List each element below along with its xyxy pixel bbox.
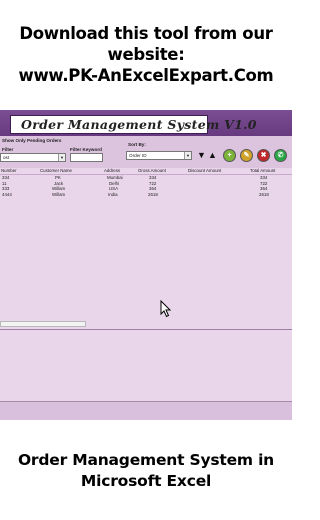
banner-line-2: website:	[107, 44, 185, 64]
cell-number: 334	[2, 175, 10, 180]
column-customer-name: Customer Name	[40, 168, 72, 173]
column-total-amount: Total Amount	[250, 168, 276, 173]
plus-icon: +	[227, 152, 232, 159]
footer-line-2: Microsoft Excel	[80, 472, 212, 490]
cell-number: 333	[2, 186, 10, 191]
cell-address: Delhi	[109, 180, 120, 186]
horizontal-scrollbar[interactable]	[0, 321, 86, 327]
cell-address: USA	[109, 186, 119, 191]
delete-button[interactable]: ✖	[257, 149, 270, 162]
cell-address: India	[108, 191, 118, 197]
cell-total: 364	[260, 186, 268, 191]
cell-total: 722	[260, 180, 268, 186]
column-discount-amount: Discount Amount	[188, 168, 222, 173]
cell-gross: 722	[149, 180, 157, 186]
delete-icon: ✖	[260, 152, 267, 159]
filter-label: Filter	[2, 147, 14, 152]
banner-line-1: Download this tool from our	[19, 23, 273, 43]
column-address: Address	[104, 168, 121, 173]
cursor-icon	[160, 300, 172, 318]
whatsapp-button[interactable]: ✆	[274, 149, 287, 162]
cell-customer: Willam	[52, 191, 66, 197]
status-strip	[0, 402, 292, 420]
filter-value: ost	[3, 155, 10, 160]
top-banner: Download this tool from our website: www…	[0, 0, 292, 98]
cell-number: 11	[2, 180, 7, 186]
title-bar: Order Management System V1.0	[0, 110, 292, 136]
cell-address: Mumbai	[107, 175, 123, 180]
banner-line-3: www.PK-AnExcelExpart.Com	[18, 65, 274, 85]
table-row[interactable]: 4444 Willam India 2618 2618	[0, 192, 292, 198]
sort-by-label: Sort By:	[128, 142, 146, 147]
cell-total: 334	[260, 175, 268, 180]
divider	[0, 329, 292, 330]
cell-customer: Jack	[54, 180, 64, 186]
add-button[interactable]: +	[223, 149, 236, 162]
filter-dropdown[interactable]: ost ▼	[0, 153, 66, 162]
edit-icon: ✎	[243, 152, 250, 159]
cell-number: 4444	[2, 191, 12, 197]
title-box: Order Management System V1.0	[10, 115, 256, 134]
footer-title: Order Management System in Microsoft Exc…	[0, 450, 292, 492]
column-gross-amount: Gross Amount	[138, 168, 166, 173]
chevron-down-icon[interactable]: ▼	[184, 152, 191, 159]
edit-button[interactable]: ✎	[240, 149, 253, 162]
cell-customer: Willam	[52, 186, 66, 191]
cell-gross: 334	[149, 175, 157, 180]
triangle-up-icon[interactable]: ▲	[208, 151, 217, 160]
sort-value: Order ID	[129, 153, 147, 158]
footer-line-1: Order Management System in	[17, 451, 275, 469]
app-title: Order Management System V1.0	[21, 117, 257, 132]
cell-gross: 364	[149, 186, 157, 191]
show-pending-checkbox[interactable]: Show Only Pending Orders	[2, 138, 61, 143]
sort-dropdown[interactable]: Order ID ▼	[126, 151, 192, 160]
filter-keyword-input[interactable]	[70, 153, 103, 162]
cell-gross: 2618	[148, 191, 158, 197]
filter-panel: Show Only Pending Orders Filter ost ▼ Fi…	[0, 136, 292, 168]
cell-customer: PK	[55, 175, 61, 180]
app-window: Order Management System V1.0 Show Only P…	[0, 110, 292, 420]
triangle-down-icon[interactable]: ▼	[197, 151, 206, 160]
filter-keyword-label: Filter Keyword	[70, 147, 102, 152]
whatsapp-icon: ✆	[277, 152, 284, 159]
chevron-down-icon[interactable]: ▼	[58, 154, 65, 161]
column-number: Number	[1, 168, 17, 173]
cell-total: 2618	[259, 191, 269, 197]
